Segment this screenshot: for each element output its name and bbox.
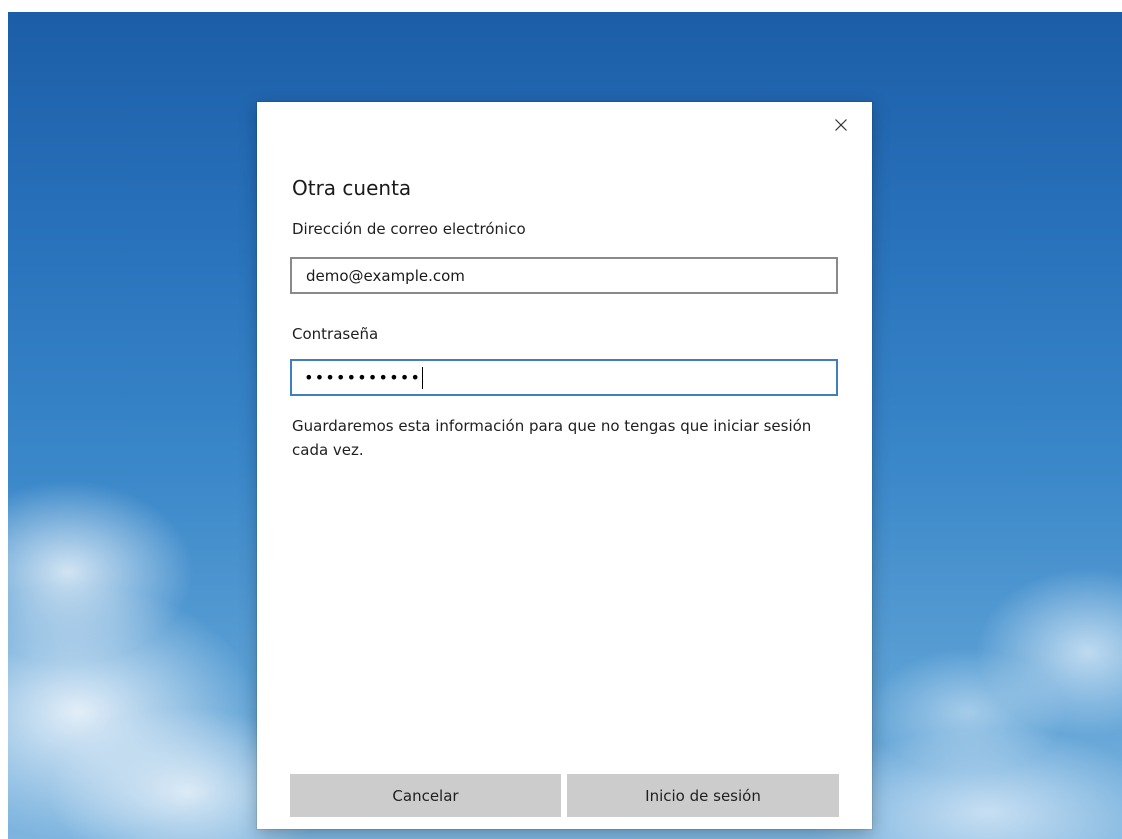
email-label: Dirección de correo electrónico (292, 220, 526, 238)
text-caret (421, 366, 423, 389)
desktop-background: Otra cuenta Dirección de correo electrón… (8, 12, 1122, 839)
sign-in-button[interactable]: Inicio de sesión (567, 774, 839, 817)
password-mask: ••••••••••• (304, 368, 421, 387)
cancel-button[interactable]: Cancelar (290, 774, 561, 817)
dialog-title: Otra cuenta (292, 176, 412, 200)
password-label: Contraseña (292, 325, 379, 343)
email-field[interactable] (290, 257, 838, 294)
password-field[interactable]: ••••••••••• (290, 359, 838, 396)
close-button[interactable] (828, 112, 854, 138)
close-icon (835, 119, 847, 131)
info-text: Guardaremos esta información para que no… (292, 417, 812, 459)
add-account-dialog: Otra cuenta Dirección de correo electrón… (257, 102, 872, 829)
